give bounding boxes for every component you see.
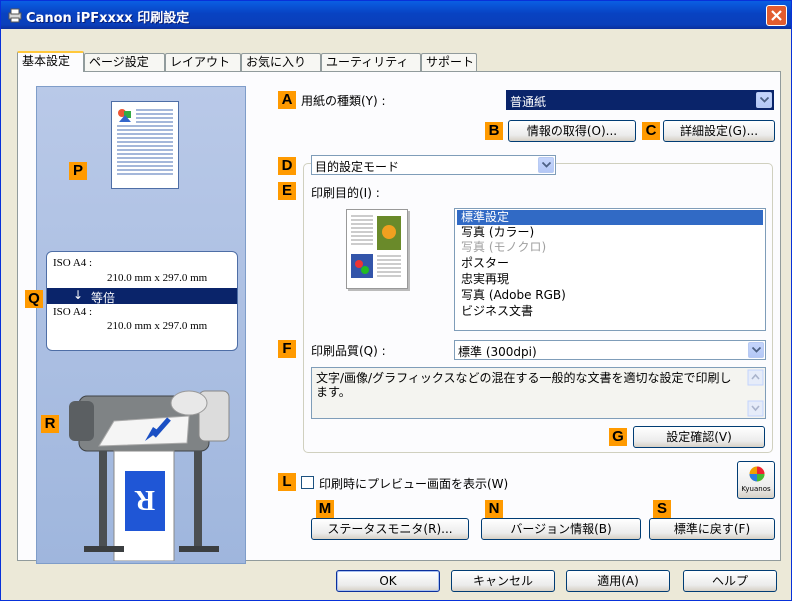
description-box: 文字/画像/グラフィックスなどの混在する一般的な文書を適切な設定で印刷します。	[311, 367, 766, 419]
kyuanos-button[interactable]: Kyuanos	[737, 461, 775, 499]
marker-a: A	[278, 91, 296, 109]
marker-l: L	[278, 473, 296, 491]
kyuanos-icon	[749, 466, 765, 482]
marker-n: N	[485, 500, 503, 518]
tab-favorites[interactable]: お気に入り	[241, 53, 321, 71]
settings-confirm-button[interactable]: 設定確認(V)	[633, 426, 765, 448]
printer-icon	[7, 7, 23, 23]
paper-size-info: ISO A4 : 210.0 mm x 297.0 mm ↓ 等倍 ISO A4…	[46, 251, 238, 351]
media-type-value: 普通紙	[510, 95, 547, 109]
tab-support[interactable]: サポート	[421, 53, 477, 71]
list-item[interactable]: 標準設定	[457, 210, 763, 225]
list-item[interactable]: 写真 (モノクロ)	[457, 240, 763, 255]
restore-default-button[interactable]: 標準に戻す(F)	[649, 518, 775, 540]
print-quality-select[interactable]: 標準 (300dpi)	[454, 340, 766, 360]
input-size-label: ISO A4 :	[53, 257, 93, 269]
marker-s: S	[653, 500, 671, 518]
down-arrow-icon: ↓	[73, 288, 84, 302]
media-type-select[interactable]: 普通紙	[506, 90, 774, 110]
window-title: Canon iPFxxxx 印刷設定	[26, 11, 190, 26]
close-button[interactable]	[766, 5, 787, 26]
description-text: 文字/画像/グラフィックスなどの混在する一般的な文書を適切な設定で印刷します。	[316, 371, 732, 399]
page-layout-preview	[111, 101, 179, 189]
list-item[interactable]: 写真 (Adobe RGB)	[457, 288, 763, 303]
marker-b: B	[485, 122, 503, 140]
chevron-down-icon[interactable]	[748, 342, 764, 358]
print-target-label: 印刷目的(I) :	[311, 186, 380, 200]
ok-button[interactable]: OK	[336, 570, 440, 592]
tab-layout[interactable]: レイアウト	[165, 53, 241, 71]
get-info-button[interactable]: 情報の取得(O)...	[508, 120, 636, 142]
kyuanos-label: Kyuanos	[741, 485, 771, 493]
list-item[interactable]: 忠実再現	[457, 272, 763, 287]
printer-illustration: R	[59, 361, 239, 562]
chevron-down-icon[interactable]	[756, 92, 772, 108]
version-info-button[interactable]: バージョン情報(B)	[481, 518, 641, 540]
detail-settings-button[interactable]: 詳細設定(G)...	[663, 120, 775, 142]
preview-checkbox[interactable]	[301, 476, 314, 489]
marker-e: E	[278, 182, 296, 200]
cancel-button[interactable]: キャンセル	[451, 570, 555, 592]
output-size-dimensions: 210.0 mm x 297.0 mm	[107, 320, 208, 332]
marker-q: Q	[25, 290, 43, 308]
print-quality-value: 標準 (300dpi)	[458, 345, 537, 359]
tab-page-setup[interactable]: ページ設定	[84, 53, 165, 71]
marker-m: M	[316, 500, 334, 518]
tab-utility[interactable]: ユーティリティ	[321, 53, 421, 71]
marker-r: R	[41, 415, 59, 433]
title-bar[interactable]: Canon iPFxxxx 印刷設定	[1, 1, 791, 29]
marker-p: P	[69, 162, 87, 180]
marker-g: G	[609, 428, 627, 446]
print-target-list[interactable]: 標準設定 写真 (カラー) 写真 (モノクロ) ポスター 忠実再現 写真 (Ad…	[454, 208, 766, 331]
media-type-label: 用紙の種類(Y) :	[301, 94, 386, 108]
preview-checkbox-label: 印刷時にプレビュー画面を表示(W)	[319, 477, 509, 491]
status-monitor-button[interactable]: ステータスモニタ(R)...	[311, 518, 469, 540]
list-item[interactable]: ビジネス文書	[457, 304, 763, 319]
mode-value: 目的設定モード	[315, 160, 400, 174]
mode-select[interactable]: 目的設定モード	[311, 155, 556, 175]
description-scrollbar[interactable]	[747, 369, 764, 417]
marker-d: D	[278, 157, 296, 175]
marker-c: C	[642, 122, 660, 140]
print-target-thumbnail	[346, 209, 408, 289]
help-button[interactable]: ヘルプ	[683, 570, 777, 592]
scale-label: 等倍	[91, 291, 116, 305]
chevron-down-icon[interactable]	[538, 157, 554, 173]
input-size-dimensions: 210.0 mm x 297.0 mm	[107, 272, 208, 284]
print-settings-window: Canon iPFxxxx 印刷設定 基本設定 ページ設定 レイアウト お気に入…	[0, 0, 792, 601]
marker-f: F	[278, 340, 296, 358]
close-icon	[771, 10, 782, 21]
output-size-label: ISO A4 :	[53, 306, 93, 318]
list-item[interactable]: 写真 (カラー)	[457, 225, 763, 240]
preview-paper-letter: R	[134, 484, 155, 515]
scale-bar: ↓ 等倍	[47, 288, 237, 305]
tab-basic-settings[interactable]: 基本設定	[17, 51, 84, 72]
print-quality-label: 印刷品質(Q) :	[311, 344, 386, 358]
list-item[interactable]: ポスター	[457, 256, 763, 271]
apply-button[interactable]: 適用(A)	[566, 570, 670, 592]
